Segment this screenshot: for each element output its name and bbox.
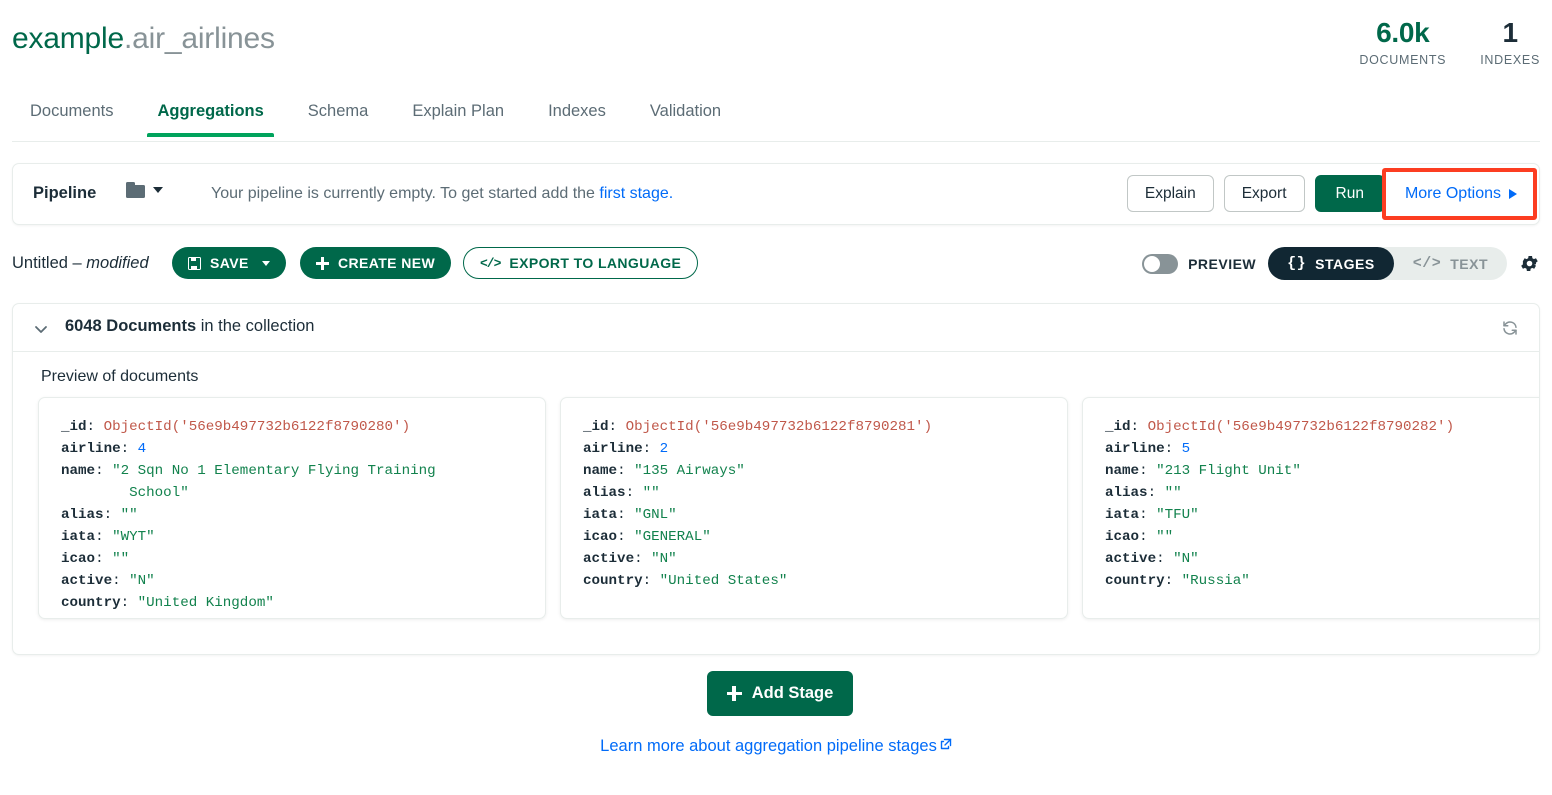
- collection-name: .air_airlines: [124, 22, 275, 55]
- empty-pipeline-text: Your pipeline is currently empty. To get…: [211, 185, 600, 202]
- document-preview-list: _id: ObjectId('56e9b497732b6122f8790280'…: [38, 397, 1539, 619]
- pipeline-editor-toolbar: Untitled – modified SAVE CREATE NEW </> …: [0, 247, 1552, 283]
- pipeline-label: Pipeline: [33, 184, 97, 202]
- chevron-down-icon[interactable]: [261, 260, 270, 266]
- empty-pipeline-message: Your pipeline is currently empty. To get…: [211, 185, 673, 203]
- braces-icon: {}: [1287, 255, 1307, 272]
- view-controls: PREVIEW {} STAGES </> TEXT: [1142, 247, 1540, 280]
- first-stage-link[interactable]: first stage.: [599, 185, 673, 202]
- external-link-icon: [940, 738, 952, 750]
- refresh-icon[interactable]: [1501, 319, 1519, 337]
- save-button-label: SAVE: [210, 255, 249, 271]
- pipeline-toolbar-card: Pipeline Your pipeline is currently empt…: [12, 163, 1540, 225]
- stages-view-label: STAGES: [1315, 255, 1375, 272]
- save-icon: [188, 256, 201, 270]
- tab-schema[interactable]: Schema: [286, 96, 391, 137]
- pipeline-name: Untitled – modified: [12, 254, 149, 273]
- toggle-knob: [1144, 255, 1161, 272]
- preview-toggle[interactable]: PREVIEW: [1142, 253, 1257, 274]
- create-new-button[interactable]: CREATE NEW: [300, 247, 452, 279]
- stat-documents: 6.0k DOCUMENTS: [1359, 17, 1447, 68]
- saved-pipelines-button[interactable]: [126, 182, 163, 198]
- preview-panel: 6048 Documents in the collection Preview…: [12, 303, 1540, 655]
- view-mode-segmented-control: {} STAGES </> TEXT: [1268, 247, 1507, 280]
- document-json: _id: ObjectId('56e9b497732b6122f8790282'…: [1105, 419, 1455, 589]
- page-title: example.air_airlines: [12, 22, 275, 56]
- stages-view-button[interactable]: {} STAGES: [1268, 247, 1394, 280]
- document-card[interactable]: _id: ObjectId('56e9b497732b6122f8790280'…: [38, 397, 546, 619]
- export-button[interactable]: Export: [1223, 175, 1305, 213]
- plus-icon: [726, 686, 742, 701]
- indexes-label: INDEXES: [1480, 53, 1540, 68]
- pipeline-modified-state: modified: [86, 254, 149, 272]
- plus-icon: [316, 256, 329, 270]
- add-stage-label: Add Stage: [751, 684, 834, 702]
- export-to-language-label: EXPORT TO LANGUAGE: [509, 255, 682, 271]
- collection-header: example.air_airlines 6.0k DOCUMENTS 1 IN…: [0, 0, 1552, 142]
- document-count-value: 6048 Documents: [65, 317, 197, 335]
- more-options-button[interactable]: More Options: [1394, 176, 1527, 211]
- export-to-language-button[interactable]: </> EXPORT TO LANGUAGE: [463, 247, 699, 279]
- document-json: _id: ObjectId('56e9b497732b6122f8790281'…: [583, 419, 933, 589]
- tab-validation[interactable]: Validation: [628, 96, 743, 137]
- document-count-text: 6048 Documents in the collection: [65, 317, 314, 336]
- learn-more-label: Learn more about aggregation pipeline st…: [600, 737, 937, 755]
- tab-indexes[interactable]: Indexes: [526, 96, 628, 137]
- chevron-right-icon: [1509, 188, 1517, 199]
- code-icon: </>: [480, 255, 501, 271]
- chevron-down-icon[interactable]: [33, 321, 49, 337]
- pipeline-name-text: Untitled –: [12, 254, 87, 272]
- document-card[interactable]: _id: ObjectId('56e9b497732b6122f8790281'…: [560, 397, 1068, 619]
- save-button[interactable]: SAVE: [172, 247, 286, 279]
- stat-indexes: 1 INDEXES: [1480, 17, 1540, 68]
- learn-more-link[interactable]: Learn more about aggregation pipeline st…: [0, 737, 1552, 756]
- document-json: _id: ObjectId('56e9b497732b6122f8790280'…: [61, 419, 436, 611]
- preview-label: PREVIEW: [1188, 255, 1257, 272]
- tab-explain-plan[interactable]: Explain Plan: [390, 96, 526, 137]
- database-name: example: [12, 22, 124, 55]
- preview-panel-header: 6048 Documents in the collection: [13, 304, 1539, 352]
- add-stage-button[interactable]: Add Stage: [707, 671, 853, 716]
- collection-tabs: Documents Aggregations Schema Explain Pl…: [12, 96, 743, 137]
- tab-documents[interactable]: Documents: [12, 96, 135, 137]
- preview-of-documents-label: Preview of documents: [41, 368, 199, 385]
- folder-icon: [126, 182, 146, 198]
- chevron-down-icon: [153, 187, 163, 193]
- tab-aggregations[interactable]: Aggregations: [135, 96, 285, 137]
- tabs-divider: [12, 141, 1540, 142]
- documents-label: DOCUMENTS: [1359, 53, 1447, 68]
- collection-stats: 6.0k DOCUMENTS 1 INDEXES: [1359, 17, 1540, 68]
- document-count-suffix: in the collection: [196, 317, 315, 335]
- document-card[interactable]: _id: ObjectId('56e9b497732b6122f8790282'…: [1082, 397, 1539, 619]
- compass-aggregations-page: example.air_airlines 6.0k DOCUMENTS 1 IN…: [0, 0, 1552, 795]
- code-icon: </>: [1412, 255, 1442, 272]
- pipeline-actions: Explain Export Run More Options: [1126, 175, 1527, 213]
- more-options-label: More Options: [1404, 184, 1501, 202]
- toggle-switch-off[interactable]: [1142, 253, 1179, 274]
- text-view-button[interactable]: </> TEXT: [1394, 247, 1507, 280]
- documents-count: 6.0k: [1376, 17, 1430, 48]
- gear-icon[interactable]: [1519, 253, 1540, 274]
- create-new-button-label: CREATE NEW: [338, 255, 436, 271]
- indexes-count: 1: [1502, 17, 1518, 48]
- text-view-label: TEXT: [1450, 255, 1488, 272]
- explain-button[interactable]: Explain: [1126, 175, 1214, 213]
- run-button[interactable]: Run: [1314, 175, 1385, 213]
